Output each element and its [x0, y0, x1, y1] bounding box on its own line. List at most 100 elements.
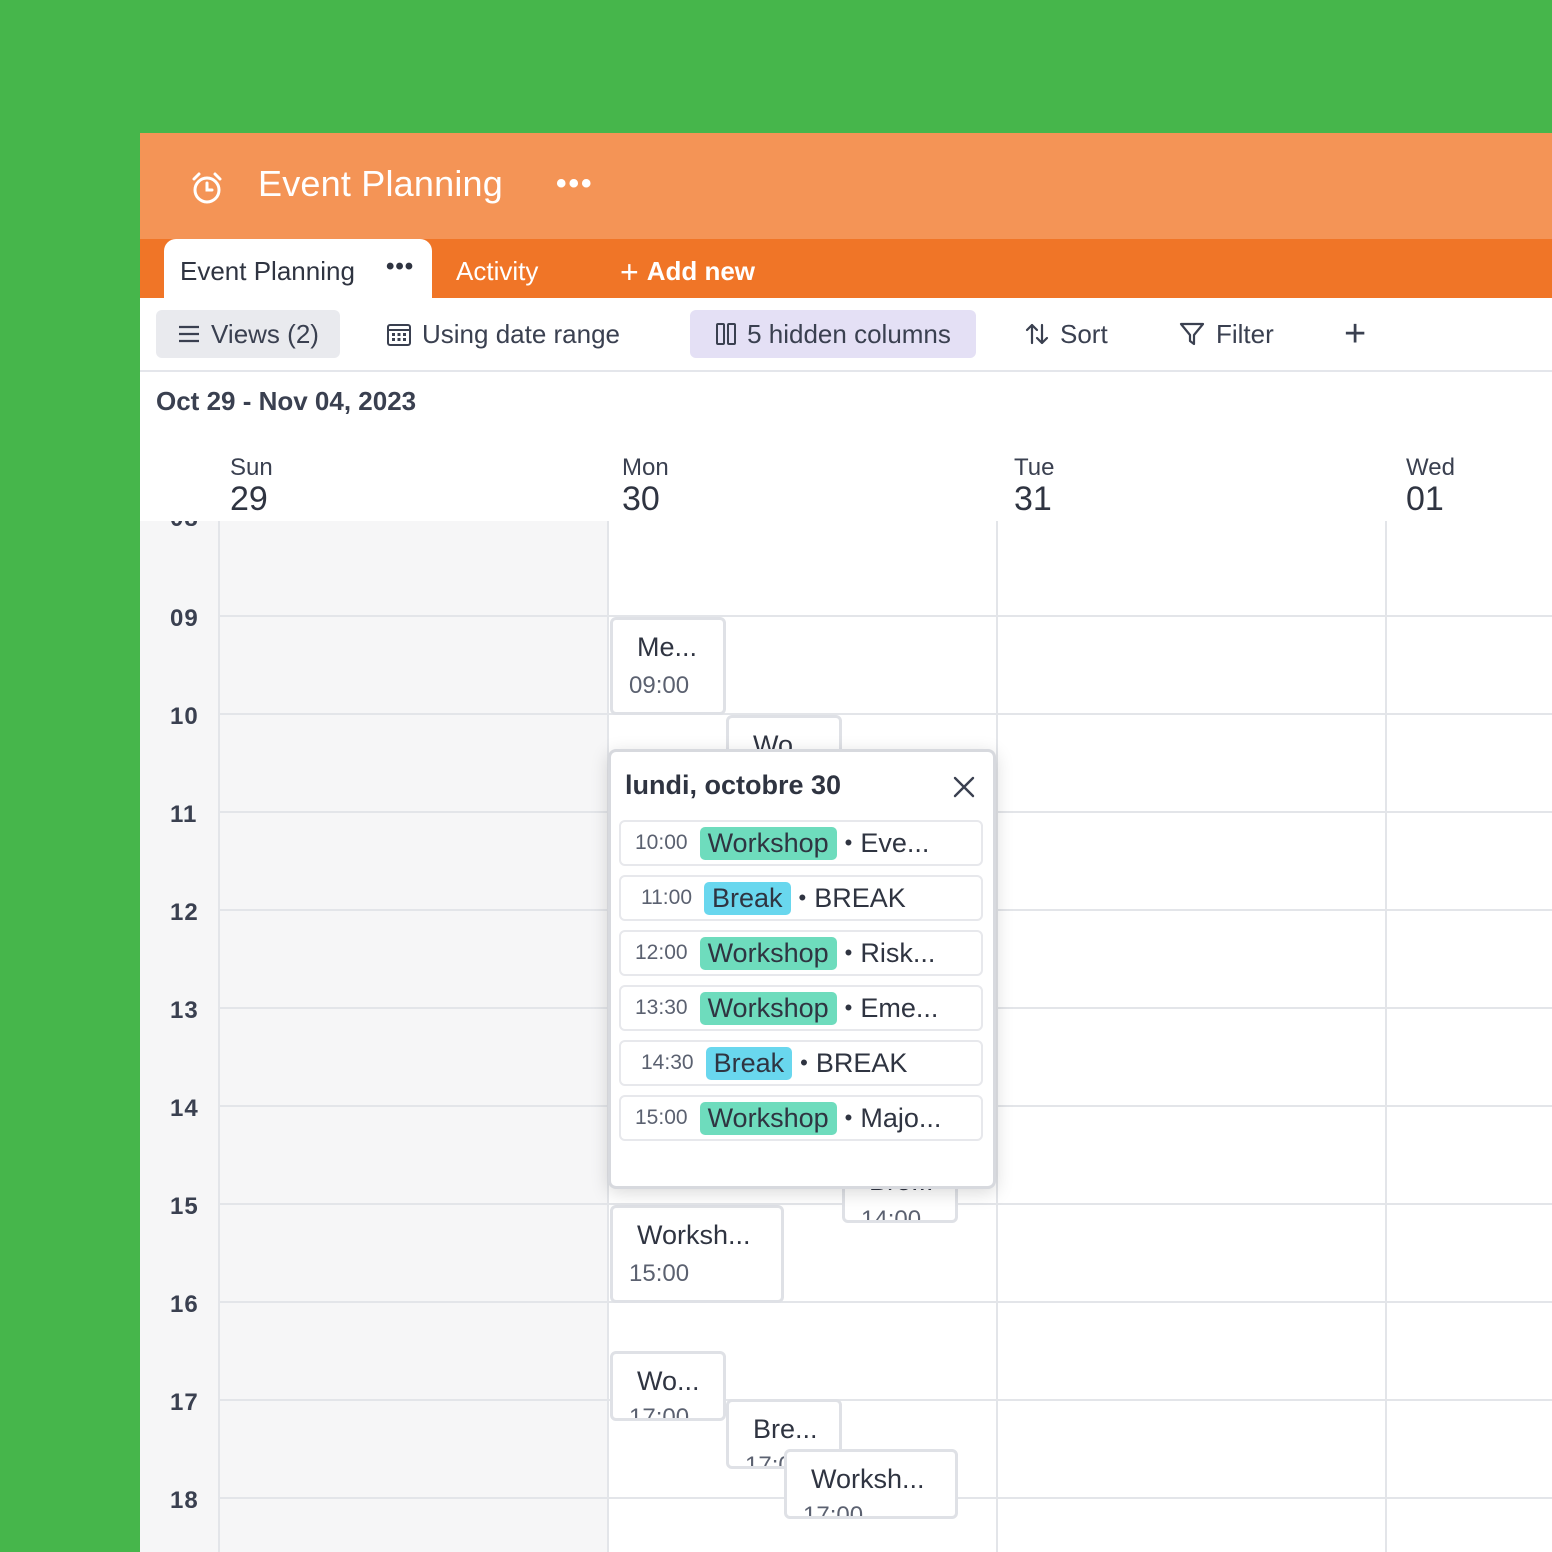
plus-icon: + [620, 254, 639, 290]
hour-label: 15 [170, 1193, 199, 1220]
hour-line [220, 615, 1552, 617]
popup-event-row[interactable]: 13:30 Workshop • Eme... [619, 985, 983, 1031]
hidden-columns-button[interactable]: 5 hidden columns [690, 310, 976, 358]
day-header-mon: Mon 30 [622, 454, 669, 516]
hour-label: 16 [170, 1291, 199, 1318]
event-title: Wo... [637, 1366, 700, 1396]
separator-dot: • [844, 940, 853, 965]
hour-label: 17 [170, 1389, 199, 1416]
day-name: Wed [1406, 454, 1455, 481]
event-title: Worksh... [637, 1220, 751, 1250]
hour-line [220, 1301, 1552, 1303]
day-number: 01 [1406, 480, 1444, 518]
hour-line [220, 1399, 1552, 1401]
views-label: Views (2) [211, 318, 319, 349]
event-name: BREAK [815, 1047, 908, 1078]
event-title: Bre... [753, 1414, 818, 1444]
app-window: Event Planning ••• Event Planning ••• Ac… [140, 133, 1552, 1552]
alarm-clock-icon [192, 172, 222, 204]
more-options-button[interactable]: ••• [556, 167, 594, 201]
day-number: 31 [1014, 480, 1052, 518]
event-title: Me... [637, 632, 698, 662]
event-name: Risk... [860, 937, 936, 968]
views-button[interactable]: Views (2) [156, 310, 340, 358]
filter-button[interactable]: Filter [1178, 310, 1274, 358]
day-name: Tue [1014, 454, 1055, 481]
event-card[interactable]: Worksh... 15:00 [610, 1205, 784, 1303]
separator-dot: • [800, 1050, 808, 1075]
separator-dot: • [798, 885, 807, 910]
event-time: 11:00 [641, 886, 692, 909]
event-time: 10:00 [635, 831, 688, 854]
event-title: Worksh... [811, 1464, 925, 1494]
popup-title: lundi, octobre 30 [625, 770, 842, 800]
add-new-tab-button[interactable]: + Add new [620, 254, 755, 291]
popup-event-row[interactable]: 12:00 Workshop • Risk... [619, 930, 983, 976]
page-title: Event Planning [258, 163, 503, 204]
date-range-label: Using date range [422, 318, 621, 349]
tab-more-button[interactable]: ••• [386, 253, 414, 281]
event-type-tag: Workshop [699, 1101, 837, 1135]
popup-event-row[interactable]: 15:00 Workshop • Majo... [619, 1095, 983, 1141]
filter-icon [1178, 320, 1206, 348]
popup-event-row[interactable]: 11:00 Break • BREAK [619, 875, 983, 921]
day-number: 30 [622, 480, 660, 518]
menu-icon [177, 324, 201, 344]
event-name: Majo... [860, 1102, 942, 1133]
date-range-title: Oct 29 - Nov 04, 2023 [156, 386, 417, 416]
hour-label: 14 [170, 1095, 199, 1122]
tab-event-planning[interactable]: Event Planning ••• [164, 239, 432, 298]
hour-label: 10 [170, 703, 199, 730]
hour-label: 12 [170, 899, 199, 926]
filter-label: Filter [1216, 318, 1274, 349]
day-header-tue: Tue 31 [1014, 454, 1054, 516]
hour-label: 09 [170, 605, 199, 632]
event-type-tag: Workshop [699, 991, 837, 1025]
day-number: 29 [230, 480, 268, 518]
event-time: 17:00 [803, 1502, 864, 1519]
day-header-sun: Sun 29 [230, 454, 273, 516]
columns-icon [715, 322, 737, 346]
hour-label: 08 [170, 521, 199, 533]
event-name: Eme... [860, 992, 939, 1023]
add-button[interactable]: + [1344, 310, 1366, 358]
popup-event-row[interactable]: 10:00 Workshop • Eve... [619, 820, 983, 866]
tab-activity[interactable]: Activity [456, 256, 538, 287]
event-name: Eve... [860, 827, 930, 858]
separator-dot: • [844, 995, 853, 1020]
add-new-label: Add new [646, 256, 756, 286]
separator-dot: • [844, 830, 853, 855]
toolbar: Views (2) Using date range 5 hidden colu… [140, 298, 1552, 372]
event-time: 17:00 [629, 1404, 690, 1421]
separator-dot: • [844, 1105, 853, 1130]
event-card[interactable]: Wo... 17:00 [610, 1351, 726, 1421]
hour-label: 18 [170, 1487, 199, 1514]
event-time: 09:00 [629, 672, 690, 699]
day-name: Mon [622, 454, 669, 481]
event-type-tag: Break [705, 1046, 793, 1080]
event-time: 13:30 [635, 996, 688, 1019]
column-divider [1385, 521, 1387, 1552]
sort-button[interactable]: Sort [1024, 310, 1108, 358]
tab-label: Event Planning [180, 256, 355, 286]
event-time: 12:00 [635, 941, 688, 964]
app-header: Event Planning ••• [140, 133, 1552, 239]
tab-bar: Event Planning ••• Activity + Add new [140, 239, 1552, 298]
date-range-button[interactable]: Using date range [386, 310, 620, 358]
day-name: Sun [230, 454, 273, 481]
popup-event-row[interactable]: 14:30 Break • BREAK [619, 1040, 983, 1086]
close-icon[interactable] [951, 774, 977, 800]
sort-label: Sort [1060, 318, 1108, 349]
event-type-tag: Workshop [699, 936, 837, 970]
calendar-icon [386, 321, 412, 347]
event-card[interactable]: Worksh... 17:00 [784, 1449, 958, 1519]
event-type-tag: Break [704, 881, 791, 915]
sunday-column[interactable] [220, 521, 608, 1552]
hour-label: 11 [170, 801, 198, 828]
sort-icon [1024, 321, 1050, 347]
event-name: BREAK [814, 882, 906, 913]
hour-line [220, 713, 1552, 715]
event-type-tag: Workshop [699, 826, 837, 860]
event-card[interactable]: Me... 09:00 [610, 617, 726, 715]
event-time: 14:00 [861, 1206, 922, 1223]
